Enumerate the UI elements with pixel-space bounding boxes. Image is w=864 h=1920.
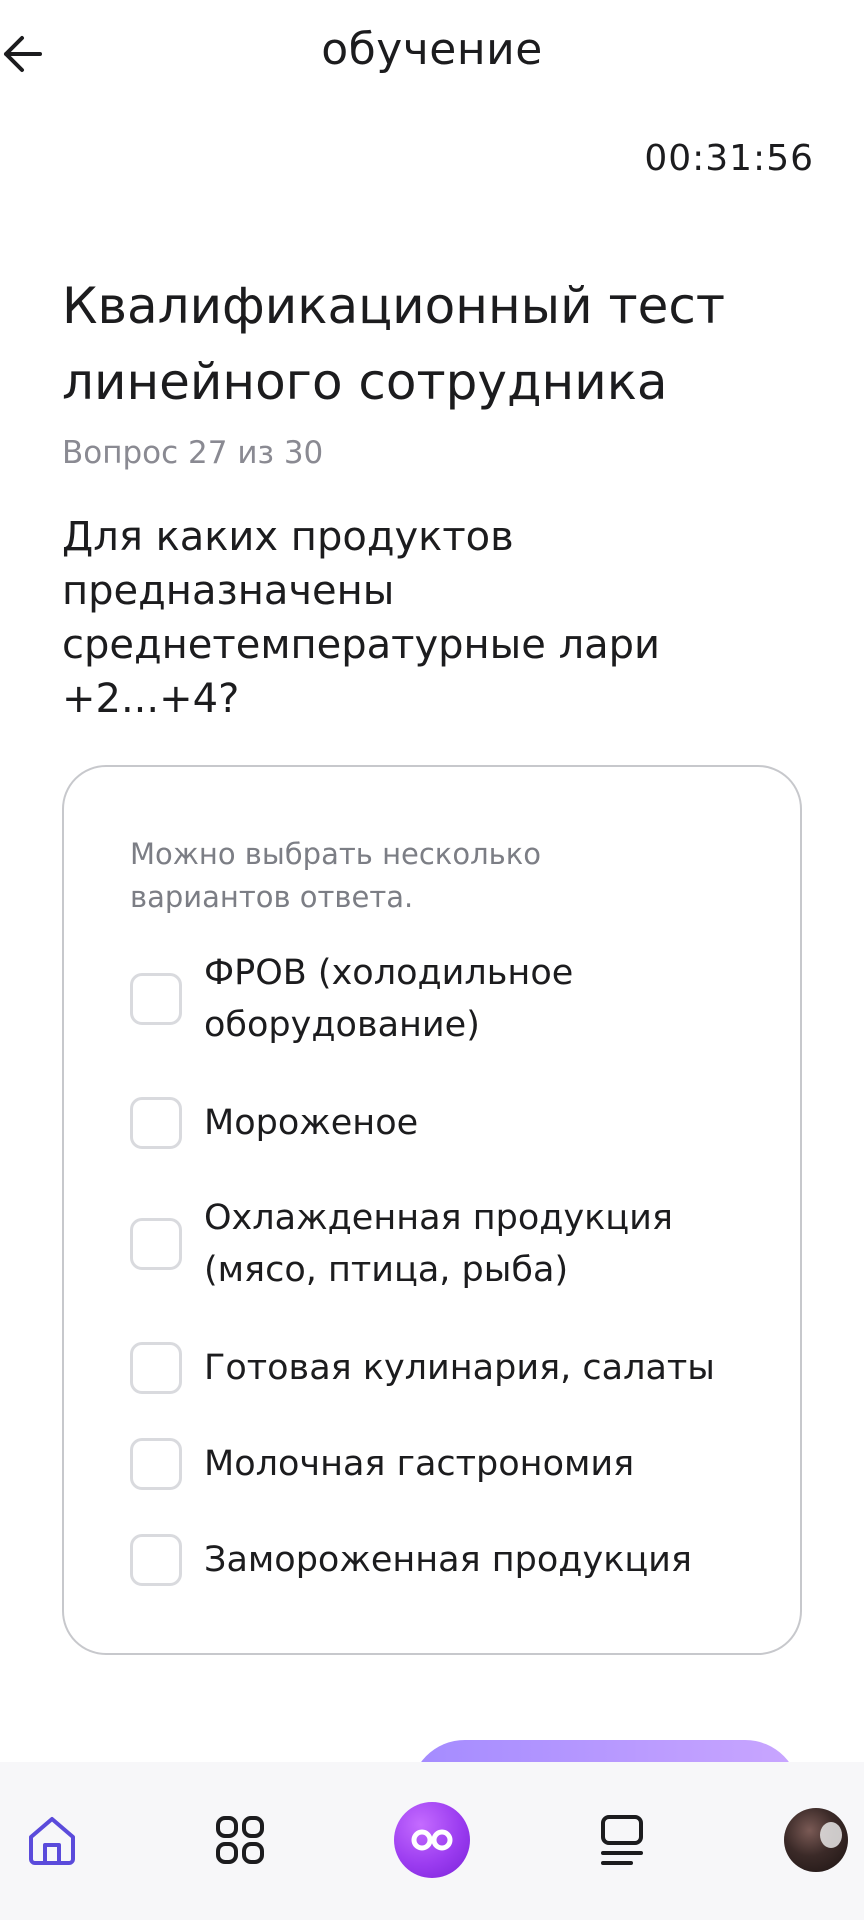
checkbox[interactable] [130, 1438, 182, 1490]
answer-option-label: Охлажденная продукция (мясо, птица, рыба… [204, 1198, 673, 1290]
answer-option[interactable]: ФРОВ (холодильное оборудование) [130, 947, 770, 1051]
answer-option-label: Молочная гастрономия [204, 1444, 635, 1484]
test-title: Квалификационный тест линейного сотрудни… [62, 277, 726, 411]
answer-option[interactable]: Охлажденная продукция (мясо, птица, рыба… [130, 1192, 770, 1296]
bottom-navigation [0, 1762, 864, 1920]
answer-option-label: Замороженная продукция [204, 1540, 692, 1580]
answer-option-label: ФРОВ (холодильное оборудование) [204, 953, 574, 1045]
answer-option-label: Готовая кулинария, салаты [204, 1348, 715, 1388]
answers-card: Можно выбрать несколько вариантов ответа… [62, 765, 802, 1655]
answer-option[interactable]: Замороженная продукция [130, 1534, 770, 1586]
nav-assistant[interactable] [392, 1800, 472, 1880]
answer-option[interactable]: Мороженое [130, 1097, 770, 1149]
home-icon [29, 1817, 75, 1865]
checkbox[interactable] [130, 1534, 182, 1586]
question-progress: Вопрос 27 из 30 [62, 435, 324, 471]
nav-home[interactable] [12, 1800, 92, 1880]
checkbox[interactable] [130, 1218, 182, 1270]
app-header: обучение [0, 0, 864, 110]
grid-icon [216, 1816, 264, 1864]
checkbox[interactable] [130, 1097, 182, 1149]
timer: 00:31:56 [644, 138, 814, 179]
checkbox[interactable] [130, 1342, 182, 1394]
infinity-orb-icon [394, 1802, 470, 1878]
question-text: Для каких продуктов предназначены средне… [62, 514, 661, 722]
avatar [784, 1808, 848, 1872]
checkbox[interactable] [130, 973, 182, 1025]
answer-option[interactable]: Молочная гастрономия [130, 1438, 770, 1490]
nav-catalog[interactable] [200, 1800, 280, 1880]
answer-option[interactable]: Готовая кулинария, салаты [130, 1342, 770, 1394]
answer-option-label: Мороженое [204, 1103, 419, 1143]
page-title: обучение [321, 24, 543, 75]
answers-hint: Можно выбрать несколько вариантов ответа… [130, 837, 541, 914]
nav-feed[interactable] [582, 1800, 662, 1880]
nav-profile[interactable] [776, 1800, 856, 1880]
list-icon [601, 1815, 643, 1865]
